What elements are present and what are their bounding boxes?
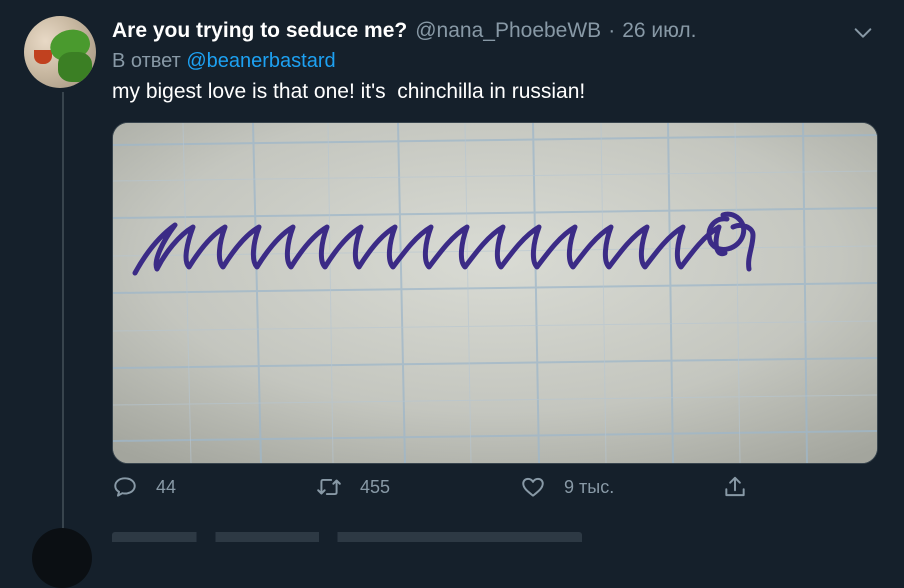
author-name[interactable]: Are you trying to seduce me? xyxy=(112,19,407,43)
chevron-down-icon xyxy=(854,28,872,38)
thread-line xyxy=(62,92,64,540)
reply-prefix: В ответ xyxy=(112,50,181,72)
retweet-count: 455 xyxy=(360,476,391,497)
like-count: 9 тыс. xyxy=(564,476,615,497)
avatar-kermit-body xyxy=(58,52,92,82)
reply-context: В ответ @beanerbastard xyxy=(112,50,336,73)
next-tweet-avatar[interactable] xyxy=(32,528,92,588)
avatar-cup xyxy=(34,50,52,64)
tweet-actions: 44 455 9 тыс. xyxy=(112,474,876,506)
more-options-button[interactable] xyxy=(852,22,874,44)
tweet-media-photo[interactable] xyxy=(112,122,878,464)
like-button[interactable]: 9 тыс. xyxy=(520,474,614,500)
like-icon xyxy=(522,477,544,497)
handwriting-photo xyxy=(113,123,877,463)
avatar[interactable] xyxy=(24,16,96,88)
reply-button[interactable]: 44 xyxy=(112,474,176,500)
next-tweet-preview xyxy=(112,532,582,542)
reply-icon xyxy=(114,477,136,497)
separator-dot: · xyxy=(608,19,616,42)
reply-count: 44 xyxy=(156,476,177,497)
share-button[interactable] xyxy=(722,474,766,500)
share-icon xyxy=(725,476,745,497)
author-handle[interactable]: @nana_PhoebeWB xyxy=(415,19,601,43)
tweet-header: Are you trying to seduce me? @nana_Phoeb… xyxy=(112,18,697,44)
retweet-icon xyxy=(317,478,341,496)
retweet-button[interactable]: 455 xyxy=(316,474,390,500)
tweet-date[interactable]: 26 июл. xyxy=(622,19,696,43)
reply-mention-link[interactable]: @beanerbastard xyxy=(186,50,335,72)
tweet-text: my bigest love is that one! it's chinchi… xyxy=(112,80,586,103)
